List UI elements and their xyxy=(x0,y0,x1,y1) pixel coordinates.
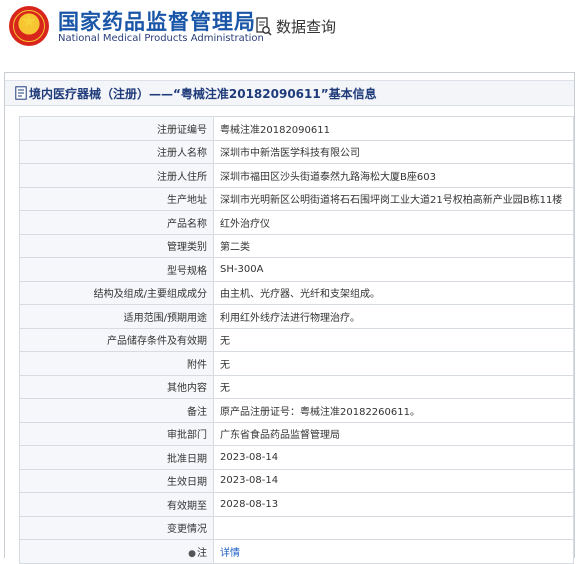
field-label: 其他内容 xyxy=(19,374,214,399)
field-label: 结构及组成/主要组成成分 xyxy=(19,280,214,305)
note-label: 注 xyxy=(197,547,207,559)
field-value: 2023-08-14 xyxy=(213,468,574,493)
field-value xyxy=(213,515,574,540)
field-label: 产品储存条件及有效期 xyxy=(19,327,214,352)
field-label: 管理类别 xyxy=(19,233,214,258)
field-value: SH-300A xyxy=(213,257,574,282)
note-value-cell: 详情 xyxy=(213,539,574,564)
table-row: 适用范围/预期用途 利用红外线疗法进行物理治疗。 xyxy=(19,304,574,329)
document-icon xyxy=(15,86,27,100)
note-row: ●注 详情 xyxy=(19,539,574,564)
table-row: 产品名称 红外治疗仪 xyxy=(19,210,574,235)
field-label: 生产地址 xyxy=(19,186,214,211)
field-value: 利用红外线疗法进行物理治疗。 xyxy=(213,304,574,329)
field-value: 深圳市中新浩医学科技有限公司 xyxy=(213,139,574,164)
field-label: 变更情况 xyxy=(19,515,214,540)
table-row: 生产地址 深圳市光明新区公明街道将石石围坪岗工业大道21号权柏高新产业园B栋11楼 xyxy=(19,186,574,211)
field-value: 无 xyxy=(213,327,574,352)
national-emblem-icon: ★ xyxy=(9,6,49,46)
field-value: 2028-08-13 xyxy=(213,492,574,517)
table-row: 管理类别 第二类 xyxy=(19,233,574,258)
details-link[interactable]: 详情 xyxy=(220,548,240,559)
record-table: 注册证编号 粤械注准20182090611 注册人名称 深圳市中新浩医学科技有限公司… xyxy=(19,116,574,564)
table-row: 注册证编号 粤械注准20182090611 xyxy=(19,116,574,141)
table-row: 结构及组成/主要组成成分 由主机、光疗器、光纤和支架组成。 xyxy=(19,280,574,305)
field-value: 无 xyxy=(213,351,574,376)
table-row: 变更情况 xyxy=(19,515,574,540)
field-label: 型号规格 xyxy=(19,257,214,282)
table-row: 注册人名称 深圳市中新浩医学科技有限公司 xyxy=(19,139,574,164)
field-value: 深圳市光明新区公明街道将石石围坪岗工业大道21号权柏高新产业园B栋11楼 xyxy=(213,186,574,211)
table-row: 附件无 xyxy=(19,351,574,376)
field-value: 原产品注册证号：粤械注准20182260611。 xyxy=(213,398,574,423)
field-value: 广东省食品药品监督管理局 xyxy=(213,421,574,446)
section-header: 境内医疗器械（注册）——“粤械注准20182090611”基本信息 xyxy=(5,80,574,106)
record-panel: 境内医疗器械（注册）——“粤械注准20182090611”基本信息 注册证编号粤… xyxy=(4,72,575,564)
pin-icon: ● xyxy=(188,548,196,559)
table-row: 批准日期 2023-08-14 xyxy=(19,445,574,470)
table-row: 有效期至 2028-08-13 xyxy=(19,492,574,517)
field-label: 注册人名称 xyxy=(19,139,214,164)
field-value: 粤械注准20182090611 xyxy=(213,116,574,141)
field-value: 由主机、光疗器、光纤和支架组成。 xyxy=(213,280,574,305)
table-row: 生效日期 2023-08-14 xyxy=(19,468,574,493)
site-subtitle: National Medical Products Administration xyxy=(58,33,264,44)
field-label: 审批部门 xyxy=(19,421,214,446)
field-value: 2023-08-14 xyxy=(213,445,574,470)
table-row: 审批部门 广东省食品药品监督管理局 xyxy=(19,421,574,446)
emblem-star: ★ xyxy=(20,11,38,32)
field-label: 附件 xyxy=(19,351,214,376)
field-label: 适用范围/预期用途 xyxy=(19,304,214,329)
table-row: 其他内容无 xyxy=(19,374,574,399)
field-value: 无 xyxy=(213,374,574,399)
section-title: 境内医疗器械（注册）——“粤械注准20182090611”基本信息 xyxy=(29,87,377,101)
site-header: ★ 国家药品监督管理局 National Medical Products Ad… xyxy=(0,0,577,58)
site-title[interactable]: 国家药品监督管理局 xyxy=(58,6,256,36)
table-row: 产品储存条件及有效期无 xyxy=(19,327,574,352)
field-label: 有效期至 xyxy=(19,492,214,517)
data-query-title: 数据查询 xyxy=(276,18,337,36)
table-row: 备注 原产品注册证号：粤械注准20182260611。 xyxy=(19,398,574,423)
field-label: 批准日期 xyxy=(19,445,214,470)
note-label-cell: ●注 xyxy=(19,539,214,564)
document-search-icon xyxy=(256,17,272,36)
field-value: 深圳市福田区沙头街道泰然九路海松大厦B座603 xyxy=(213,163,574,188)
field-label: 注册证编号 xyxy=(19,116,214,141)
field-label: 产品名称 xyxy=(19,210,214,235)
field-label: 注册人住所 xyxy=(19,163,214,188)
table-row: 型号规格 SH-300A xyxy=(19,257,574,282)
field-label: 生效日期 xyxy=(19,468,214,493)
field-label: 备注 xyxy=(19,398,214,423)
table-row: 注册人住所 深圳市福田区沙头街道泰然九路海松大厦B座603 xyxy=(19,163,574,188)
field-value: 第二类 xyxy=(213,233,574,258)
field-value: 红外治疗仪 xyxy=(213,210,574,235)
